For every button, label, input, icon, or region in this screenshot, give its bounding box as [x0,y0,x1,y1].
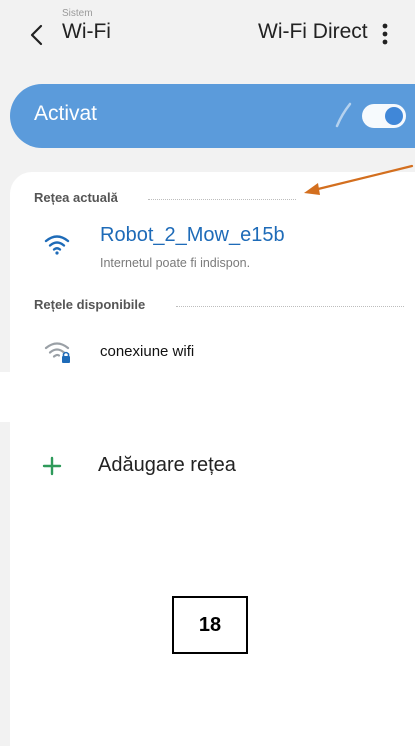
glint-mark [335,102,352,128]
more-options-button[interactable] [372,16,398,52]
wifi-locked-icon [44,342,70,363]
back-button[interactable] [22,20,52,50]
section-divider [148,199,296,200]
annotation-arrow [304,164,414,195]
page-number: 18 [198,613,222,636]
wifi-toggle[interactable] [362,104,406,128]
current-network-name[interactable]: Robot_2_Mow_e15b [100,224,285,247]
blank-area [0,372,235,422]
app-header: Sistem Wi-Fi Wi-Fi Direct [0,0,415,68]
plus-icon [42,456,62,476]
page-number-box: 18 [172,596,248,654]
section-divider [176,306,404,307]
add-network-button[interactable]: Adăugare rețea [30,448,390,492]
master-switch-label: Activat [34,102,98,125]
wifi-master-switch-bar[interactable]: Activat [10,84,415,148]
add-network-label: Adăugare rețea [98,454,236,476]
more-vertical-icon [382,23,388,45]
toggle-knob [385,107,403,125]
section-current-network: Rețea actuală [34,190,118,205]
current-network-status: Internetul poate fi indispon. [100,256,251,270]
section-available-networks: Rețele disponibile [34,297,146,312]
available-network-name[interactable]: conexiune wifi [100,343,194,360]
wifi-direct-button[interactable]: Wi-Fi Direct [258,20,368,44]
overlay-label: Sistem [62,8,93,19]
wifi-signal-icon [44,235,70,255]
chevron-left-icon [30,24,43,46]
page-title: Wi-Fi [62,20,111,43]
